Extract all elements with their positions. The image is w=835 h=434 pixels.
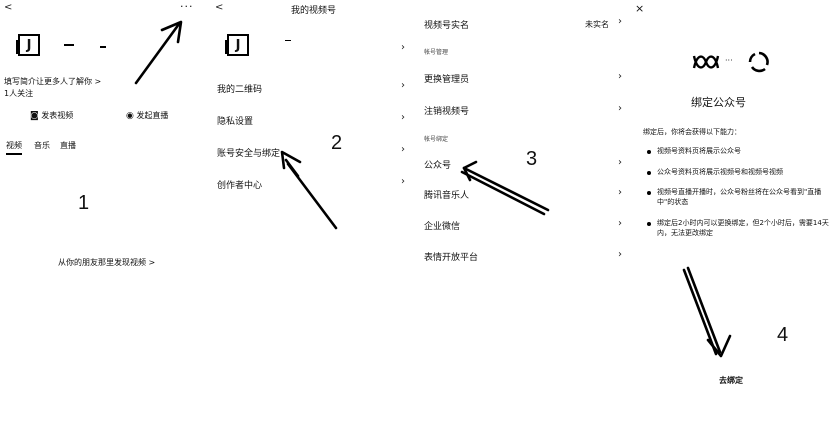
- panel-account-security: 视频号实名 未实名 › 帐号管理 更换管理员 › 注销视频号 › 帐号绑定 公众…: [410, 0, 635, 434]
- live-button[interactable]: ◉ 发起直播: [126, 110, 168, 121]
- step-number: 4: [777, 324, 789, 346]
- panel-bind-official-account: × ··· 绑定公众号 绑定后，你将会获得以下能力： 视频号资料页将展示公众号 …: [635, 0, 835, 434]
- step-number: 2: [331, 132, 343, 154]
- menu-item-label: 企业微信: [424, 222, 461, 232]
- chevron-right-icon: ›: [401, 112, 405, 123]
- menu-item-label: 表情开放平台: [424, 253, 479, 263]
- chevron-right-icon: ›: [618, 16, 622, 27]
- menu-item-label: 我的二维码: [217, 85, 263, 95]
- intro-link[interactable]: 填写简介让更多人了解你 >: [4, 76, 101, 87]
- official-account-logo-icon: [748, 51, 769, 73]
- chevron-right-icon: ›: [618, 71, 622, 82]
- ability-item: 视频号直播开播时，公众号粉丝将在公众号看到"直播中"的状态: [657, 188, 822, 206]
- step-number: 1: [78, 192, 90, 214]
- channels-logo-icon: [692, 55, 720, 69]
- camera-icon: ◙: [30, 111, 39, 121]
- menu-item-label: 账号安全与绑定: [217, 149, 281, 159]
- tab-video[interactable]: 视频: [6, 140, 22, 155]
- bullet-icon: [647, 150, 651, 154]
- chevron-right-icon: ›: [618, 157, 622, 168]
- menu-item-label: 注销视频号: [424, 107, 470, 117]
- section-label: 帐号管理: [424, 49, 449, 56]
- chevron-right-icon: ›: [618, 187, 622, 198]
- avatar: J: [225, 34, 249, 56]
- avatar: J: [16, 34, 40, 56]
- panel-profile: < ··· J 填写简介让更多人了解你 > 1人关注 ◙ 发表视频 ◉ 发起直播…: [0, 0, 205, 434]
- name-placeholder: [285, 40, 291, 41]
- name-placeholder: [100, 46, 106, 48]
- realname-status: 未实名: [585, 20, 609, 29]
- section-label: 帐号绑定: [424, 136, 449, 143]
- ability-item: 绑定后2小时内可以更换绑定，但2个小时后，需要14天内，无法更改绑定: [657, 219, 829, 237]
- discover-link[interactable]: 从你的朋友那里发现视频 >: [58, 257, 155, 268]
- post-video-button[interactable]: ◙ 发表视频: [30, 110, 73, 121]
- chevron-right-icon: ›: [401, 176, 405, 187]
- follow-count: 1人关注: [4, 89, 34, 98]
- close-icon[interactable]: ×: [635, 2, 644, 15]
- chevron-right-icon: ›: [618, 218, 622, 229]
- chevron-right-icon: ›: [401, 80, 405, 91]
- menu-item-label: 视频号实名: [424, 21, 470, 31]
- link-separator-icon: ···: [725, 56, 733, 65]
- menu-item-label: 更换管理员: [424, 75, 470, 85]
- page-title: 我的视频号: [291, 6, 337, 16]
- tab-live[interactable]: 直播: [60, 140, 76, 151]
- ability-description: 绑定后，你将会获得以下能力：: [643, 128, 741, 136]
- ability-item: 公众号资料页将展示视频号和视频号视频: [657, 168, 783, 176]
- menu-item-label: 创作者中心: [217, 181, 263, 191]
- ability-item: 视频号资料页将展示公众号: [657, 147, 741, 155]
- bind-button[interactable]: 去绑定: [719, 375, 743, 386]
- menu-item-label: 腾讯音乐人: [424, 191, 470, 201]
- bullet-icon: [647, 191, 651, 195]
- more-icon[interactable]: ···: [180, 0, 194, 13]
- back-icon[interactable]: <: [4, 2, 12, 13]
- back-icon[interactable]: <: [215, 2, 223, 13]
- chevron-right-icon: ›: [401, 144, 405, 155]
- tab-music[interactable]: 音乐: [34, 140, 50, 151]
- menu-item-label: 公众号: [424, 161, 452, 171]
- page-title: 绑定公众号: [691, 96, 746, 109]
- name-placeholder: [64, 44, 74, 46]
- live-icon: ◉: [126, 111, 134, 121]
- menu-item-label: 隐私设置: [217, 117, 254, 127]
- bullet-icon: [647, 222, 651, 226]
- step-number: 3: [526, 148, 538, 170]
- panel-my-channel: < 我的视频号 J › 我的二维码 › 隐私设置 › 账号安全与绑定 › 创作者…: [205, 0, 410, 434]
- bullet-icon: [647, 171, 651, 175]
- chevron-right-icon: ›: [401, 42, 405, 53]
- chevron-right-icon: ›: [618, 103, 622, 114]
- chevron-right-icon: ›: [618, 249, 622, 260]
